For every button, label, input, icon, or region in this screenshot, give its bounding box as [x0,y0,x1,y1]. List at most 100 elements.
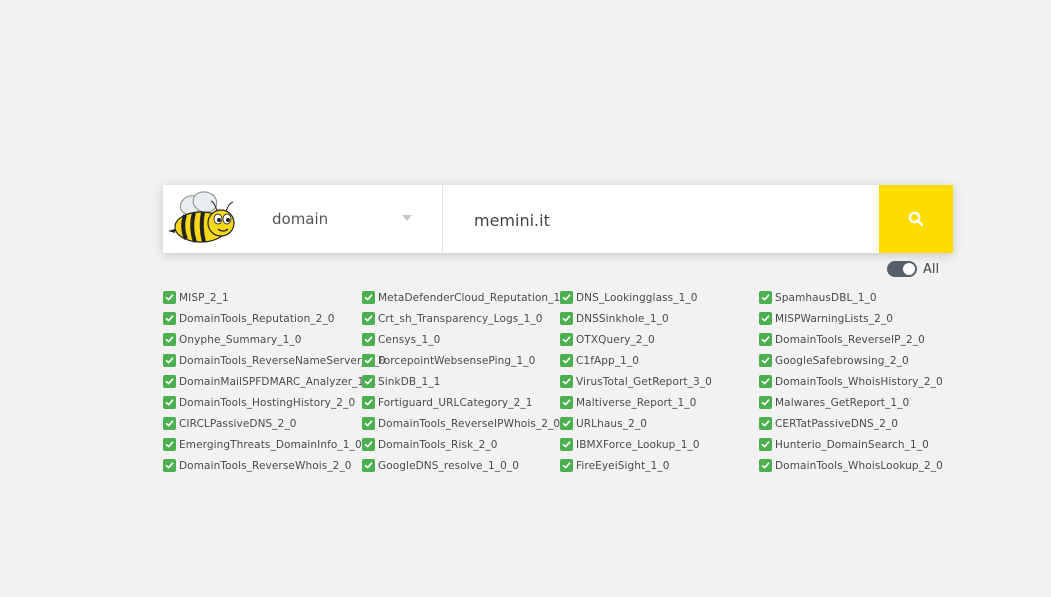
checkbox-checked-icon[interactable] [560,312,573,325]
analyzer-item[interactable]: DomainMailSPFDMARC_Analyzer_1_1 [163,371,376,392]
analyzer-label: OTXQuery_2_0 [576,333,655,346]
checkbox-checked-icon[interactable] [362,333,375,346]
checkbox-checked-icon[interactable] [560,291,573,304]
analyzer-item[interactable]: Censys_1_0 [362,329,562,350]
analyzer-label: MISPWarningLists_2_0 [775,312,894,325]
analyzer-label: Maltiverse_Report_1_0 [576,396,697,409]
analyzer-item[interactable]: VirusTotal_GetReport_3_0 [560,371,760,392]
toggle-knob [903,263,915,275]
analyzer-column: MetaDefenderCloud_Reputation_1_0 Crt_sh_T… [362,287,572,476]
analyzer-label: Fortiguard_URLCategory_2_1 [378,396,533,409]
checkbox-checked-icon[interactable] [759,333,772,346]
checkbox-checked-icon[interactable] [163,438,176,451]
analyzer-item[interactable]: DNSSinkhole_1_0 [560,308,760,329]
analyzer-item[interactable]: Maltiverse_Report_1_0 [560,392,760,413]
analyzer-item[interactable]: EmergingThreats_DomainInfo_1_0 [163,434,363,455]
analyzer-label: DNSSinkhole_1_0 [576,312,669,325]
search-button[interactable] [879,185,953,253]
analyzer-item[interactable]: IBMXForce_Lookup_1_0 [560,434,760,455]
analyzer-item[interactable]: URLhaus_2_0 [560,413,760,434]
analyzer-item[interactable]: MetaDefenderCloud_Reputation_1_0 [362,287,572,308]
analyzer-item[interactable]: DomainTools_Risk_2_0 [362,434,562,455]
analyzer-label: GoogleSafebrowsing_2_0 [775,354,909,367]
checkbox-checked-icon[interactable] [163,291,176,304]
analyzer-item[interactable]: MISP_2_1 [163,287,363,308]
select-all-toggle[interactable] [887,261,917,277]
analyzer-item[interactable]: DNS_Lookingglass_1_0 [560,287,760,308]
analyzer-label: DomainTools_Reputation_2_0 [179,312,335,325]
analyzer-label: Malwares_GetReport_1_0 [775,396,910,409]
analyzer-item[interactable]: MISPWarningLists_2_0 [759,308,959,329]
checkbox-checked-icon[interactable] [163,396,176,409]
checkbox-checked-icon[interactable] [759,312,772,325]
checkbox-checked-icon[interactable] [759,354,772,367]
analyzer-item[interactable]: Hunterio_DomainSearch_1_0 [759,434,959,455]
analyzer-item[interactable]: GoogleDNS_resolve_1_0_0 [362,455,562,476]
analyzer-label: MISP_2_1 [179,291,229,304]
checkbox-checked-icon[interactable] [759,459,772,472]
checkbox-checked-icon[interactable] [163,312,176,325]
analyzer-item[interactable]: Onyphe_Summary_1_0 [163,329,363,350]
checkbox-checked-icon[interactable] [560,375,573,388]
analyzer-label: DomainMailSPFDMARC_Analyzer_1_1 [179,375,377,388]
analyzer-item[interactable]: Fortiguard_URLCategory_2_1 [362,392,562,413]
checkbox-checked-icon[interactable] [362,354,375,367]
analyzer-item[interactable]: DomainTools_ReverseWhois_2_0 [163,455,363,476]
checkbox-checked-icon[interactable] [163,333,176,346]
analyzer-item[interactable]: C1fApp_1_0 [560,350,760,371]
analyzer-item[interactable]: DomainTools_WhoisHistory_2_0 [759,371,959,392]
analyzer-item[interactable]: OTXQuery_2_0 [560,329,760,350]
analyzer-item[interactable]: FireEyeiSight_1_0 [560,455,760,476]
checkbox-checked-icon[interactable] [163,459,176,472]
analyzer-item[interactable]: DomainTools_Reputation_2_0 [163,308,363,329]
checkbox-checked-icon[interactable] [560,417,573,430]
analyzer-item[interactable]: GoogleSafebrowsing_2_0 [759,350,959,371]
analyzer-label: DomainTools_ReverseNameServer_2_0 [179,354,386,367]
analyzer-label: URLhaus_2_0 [576,417,648,430]
checkbox-checked-icon[interactable] [362,459,375,472]
select-all-toggle-group: All [887,260,939,278]
checkbox-checked-icon[interactable] [560,438,573,451]
checkbox-checked-icon[interactable] [759,438,772,451]
checkbox-checked-icon[interactable] [362,417,375,430]
observable-search-input[interactable] [443,185,879,255]
checkbox-checked-icon[interactable] [560,459,573,472]
analyzer-label: VirusTotal_GetReport_3_0 [576,375,712,388]
checkbox-checked-icon[interactable] [362,291,375,304]
checkbox-checked-icon[interactable] [759,417,772,430]
checkbox-checked-icon[interactable] [560,396,573,409]
analyzer-item[interactable]: ForcepointWebsensePing_1_0 [362,350,562,371]
checkbox-checked-icon[interactable] [362,438,375,451]
observable-type-value: domain [272,210,329,228]
checkbox-checked-icon[interactable] [759,396,772,409]
analyzer-label: IBMXForce_Lookup_1_0 [576,438,700,451]
checkbox-checked-icon[interactable] [362,396,375,409]
observable-type-select[interactable]: domain [241,185,443,253]
analyzer-item[interactable]: CIRCLPassiveDNS_2_0 [163,413,363,434]
analyzer-item[interactable]: CERTatPassiveDNS_2_0 [759,413,959,434]
checkbox-checked-icon[interactable] [362,375,375,388]
analyzer-label: ForcepointWebsensePing_1_0 [378,354,536,367]
checkbox-checked-icon[interactable] [560,354,573,367]
analyzer-item[interactable]: DomainTools_HostingHistory_2_0 [163,392,363,413]
analyzer-label: DomainTools_ReverseIPWhois_2_0 [378,417,561,430]
analyzer-item[interactable]: DomainTools_WhoisLookup_2_0 [759,455,959,476]
analyzer-item[interactable]: SinkDB_1_1 [362,371,562,392]
analyzer-item[interactable]: SpamhausDBL_1_0 [759,287,959,308]
analyzer-item[interactable]: Malwares_GetReport_1_0 [759,392,959,413]
checkbox-checked-icon[interactable] [163,417,176,430]
analyzer-item[interactable]: DomainTools_ReverseIP_2_0 [759,329,959,350]
analyzer-label: DomainTools_WhoisLookup_2_0 [775,459,943,472]
analyzer-item[interactable]: Crt_sh_Transparency_Logs_1_0 [362,308,562,329]
checkbox-checked-icon[interactable] [362,312,375,325]
analyzer-item[interactable]: DomainTools_ReverseIPWhois_2_0 [362,413,562,434]
checkbox-checked-icon[interactable] [163,375,176,388]
bee-logo-icon [163,185,241,253]
analyzer-label: CERTatPassiveDNS_2_0 [775,417,899,430]
analyzer-item[interactable]: DomainTools_ReverseNameServer_2_0 [163,350,386,371]
checkbox-checked-icon[interactable] [163,354,176,367]
checkbox-checked-icon[interactable] [759,375,772,388]
checkbox-checked-icon[interactable] [759,291,772,304]
checkbox-checked-icon[interactable] [560,333,573,346]
analyzer-label: MetaDefenderCloud_Reputation_1_0 [378,291,573,304]
